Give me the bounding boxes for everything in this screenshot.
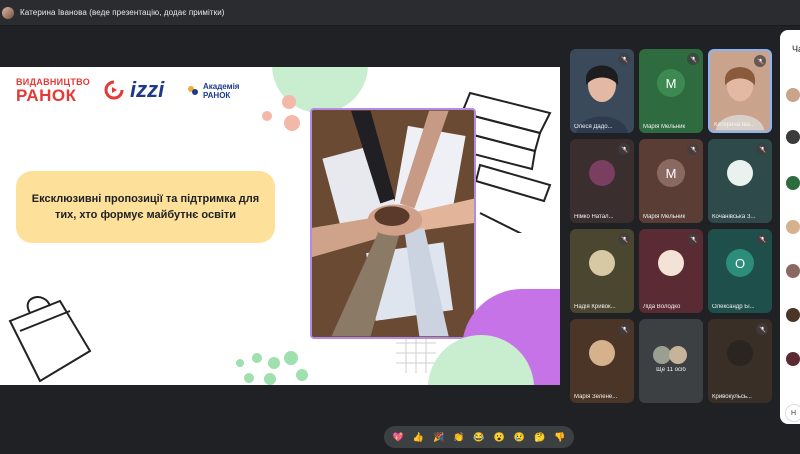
akademia-logo-line2: РАНОК	[203, 91, 231, 100]
chat-avatar	[786, 88, 800, 102]
participant-name: Ще 11 осіб	[656, 367, 686, 373]
participant-tile[interactable]: М Марія Мельник	[639, 139, 703, 223]
participant-tile[interactable]: Кочанівська З...	[708, 139, 772, 223]
mic-muted-icon	[618, 233, 630, 245]
participant-tile[interactable]: Марія Зелене...	[570, 319, 634, 403]
akademia-mark-icon	[188, 86, 198, 95]
participant-avatar	[589, 160, 615, 186]
reaction-button[interactable]: 💖	[393, 432, 404, 442]
participant-initial: М	[657, 159, 685, 187]
chat-avatar	[786, 220, 800, 234]
reaction-button[interactable]: 🤔	[534, 432, 545, 442]
participant-tile[interactable]: Ще 11 осіб	[639, 319, 703, 403]
reaction-button[interactable]: 😮	[494, 432, 505, 442]
ranok-logo: ВИДАВНИЦТВО РАНОК	[16, 77, 90, 105]
chat-panel[interactable]: Ча Н	[780, 30, 800, 424]
participant-name: Марія Мельник	[643, 214, 686, 220]
participant-tile[interactable]: О Олександр Бі...	[708, 229, 772, 313]
hands-image	[312, 110, 474, 337]
participant-tile[interactable]: Катерина Іва...	[708, 49, 772, 133]
mic-muted-icon	[687, 233, 699, 245]
chat-avatar	[786, 130, 800, 144]
mic-muted-icon	[618, 53, 630, 65]
reaction-button[interactable]: 👎	[554, 432, 565, 442]
participant-avatar	[727, 160, 753, 186]
mic-muted-icon	[756, 233, 768, 245]
decor-dot	[236, 359, 244, 367]
decor-dot	[284, 115, 300, 131]
decor-dot	[268, 357, 280, 369]
participant-avatar	[589, 250, 615, 276]
decor-dot	[244, 373, 254, 383]
mic-muted-icon	[687, 53, 699, 65]
participant-avatar	[727, 340, 753, 366]
participant-tile[interactable]: Німко Натал...	[570, 139, 634, 223]
reaction-button[interactable]: 👍	[413, 432, 424, 442]
decor-dot	[282, 95, 296, 109]
participant-name: Марія Зелене...	[574, 394, 618, 400]
participant-name: Кривокульсь...	[712, 394, 752, 400]
akademia-logo: Академія РАНОК	[186, 82, 239, 100]
teamwork-hands-photo	[310, 108, 476, 339]
mic-muted-icon	[618, 323, 630, 335]
reaction-button[interactable]: 👏	[453, 432, 464, 442]
participant-name: Надія Кривок...	[574, 304, 616, 310]
participant-name: Марія Мельник	[643, 124, 686, 130]
mic-muted-icon	[754, 55, 766, 67]
decor-dot	[264, 373, 276, 385]
participant-name: Німко Натал...	[574, 214, 614, 220]
decor-dot	[284, 351, 298, 365]
participant-initial: М	[657, 69, 685, 97]
izzi-logo: izzi	[104, 77, 164, 103]
decor-dot	[252, 353, 262, 363]
participant-name: Ліда Володко	[643, 304, 681, 310]
chat-avatar	[786, 352, 800, 366]
meeting-screen: Катерина Іванова (веде презентацію, дода…	[0, 0, 800, 454]
bag-sketch-icon	[8, 296, 92, 383]
participant-initial: О	[726, 249, 754, 277]
participant-tile[interactable]: М Марія Мельник	[639, 49, 703, 133]
chat-avatar	[786, 264, 800, 278]
reaction-button[interactable]: 🎉	[433, 432, 444, 442]
presenter-avatar	[2, 6, 14, 19]
participant-tile[interactable]: Кривокульсь...	[708, 319, 772, 403]
chat-avatar	[786, 308, 800, 322]
mic-muted-icon	[618, 143, 630, 155]
izzi-logo-text: izzi	[130, 77, 165, 102]
decor-dot	[296, 369, 308, 381]
more-participants-avatars	[653, 346, 689, 364]
participant-name: Олександр Бі...	[712, 304, 755, 310]
akademia-logo-line1: Академія	[203, 82, 240, 91]
reactions-bar: 💖 👍 🎉 👏 😂 😮 😢 🤔 👎	[384, 426, 574, 448]
participant-name: Катерина Іва...	[714, 122, 755, 128]
participant-tile[interactable]: Надія Кривок...	[570, 229, 634, 313]
participant-tile[interactable]: Ліда Володко	[639, 229, 703, 313]
participant-name: Кочанівська З...	[712, 214, 756, 220]
mic-muted-icon	[687, 143, 699, 155]
ranok-logo-bottom: РАНОК	[16, 86, 77, 105]
chat-title: Ча	[792, 44, 800, 54]
chat-avatar	[786, 176, 800, 190]
headline-text: Ексклюзивні пропозиції та підтримка для …	[31, 193, 260, 221]
mic-muted-icon	[756, 143, 768, 155]
participant-avatar	[658, 250, 684, 276]
chat-more-button[interactable]: Н	[785, 404, 800, 422]
presentation-slide: ВИДАВНИЦТВО РАНОК izzi Академія РАНОК Ек…	[0, 67, 560, 385]
reaction-button[interactable]: 😂	[473, 432, 484, 442]
presenter-bar: Катерина Іванова (веде презентацію, дода…	[0, 0, 800, 26]
reaction-button[interactable]: 😢	[514, 432, 525, 442]
participant-name: Олеся Дадо...	[574, 124, 613, 130]
presenter-label: Катерина Іванова (веде презентацію, дода…	[20, 8, 225, 17]
mic-muted-icon	[756, 323, 768, 335]
participant-avatar	[589, 340, 615, 366]
participant-tile[interactable]: Олеся Дадо...	[570, 49, 634, 133]
decor-dot	[262, 111, 272, 121]
headline-callout: Ексклюзивні пропозиції та підтримка для …	[16, 171, 275, 243]
chat-more-label: Н	[791, 409, 797, 417]
izzi-mark-icon	[104, 80, 124, 100]
